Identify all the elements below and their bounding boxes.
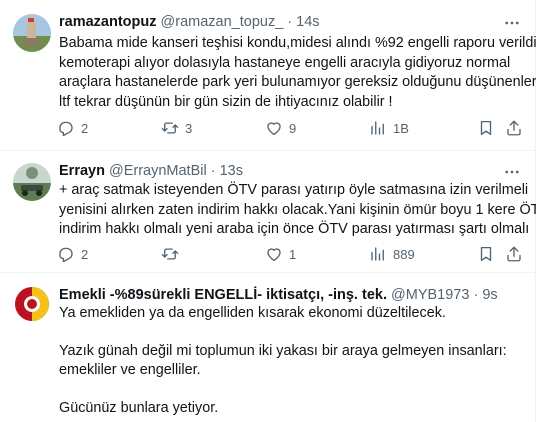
share-button[interactable] (505, 243, 523, 265)
tweet-text-line: yenisini alırken zaten indirim hakkı ola… (59, 201, 550, 218)
tweet-text: Ya emekliden ya da engelliden kısarak ek… (59, 304, 522, 418)
tweet-errayn[interactable]: Errayn @ErraynMatBil · 13s + araç satmak… (0, 151, 550, 273)
views-count: 1B (393, 120, 409, 136)
author-name[interactable]: Emekli -%89sürekli ENGELLİ- iktisatçı, -… (59, 287, 387, 303)
tweet-text-line: emekliler ve engelliler. (59, 362, 201, 378)
views-icon (371, 121, 384, 135)
tweet-actions: 2 1 889 (53, 243, 522, 265)
separator-dot: · (287, 14, 293, 30)
tweet-actions: 2 3 9 1B (53, 117, 522, 139)
retweet-icon (161, 122, 179, 134)
reply-icon (59, 121, 73, 137)
author-handle[interactable]: @MYB1973 (391, 287, 469, 303)
reply-button[interactable]: 2 (57, 243, 88, 265)
timestamp[interactable]: 14s (296, 14, 319, 30)
tweet-text-line: Gücünüz bunlara yetiyor. (59, 400, 219, 416)
more-icon[interactable] (502, 162, 522, 182)
avatar[interactable] (13, 285, 51, 323)
reply-count: 2 (81, 246, 89, 262)
retweet-button[interactable] (161, 243, 185, 265)
tweet-text-line: Babama mide kanseri teşhisi kondu,midesi… (59, 35, 541, 51)
tweet-text-line: + araç satmak isteyenden ÖTV parası yatı… (59, 182, 529, 198)
tweet-text-line: araçlara hastanelerde park yeri bulunamı… (59, 74, 537, 90)
share-icon (507, 120, 521, 136)
tweet-text-line: Yazık günah değil mi toplumun iki yakası… (59, 343, 507, 359)
timeline-feed: ramazantopuz @ramazan_topuz_ · 14s Babam… (0, 0, 550, 422)
tweet-text: + araç satmak isteyenden ÖTV parası yatı… (59, 181, 550, 240)
avatar[interactable] (13, 14, 51, 52)
bookmark-button[interactable] (477, 243, 495, 265)
reply-icon (59, 247, 73, 263)
tweet-text-line (59, 380, 522, 399)
bookmark-icon (480, 246, 492, 262)
timestamp[interactable]: 13s (220, 163, 243, 179)
timestamp[interactable]: 9s (482, 287, 497, 303)
tweet-text-line: kemoterapi alıyor dolasıyla hastaneye en… (59, 54, 511, 71)
views-button[interactable]: 1B (369, 117, 409, 139)
like-button[interactable]: 9 (265, 117, 296, 139)
heart-icon (267, 248, 281, 262)
views-button[interactable]: 889 (369, 243, 415, 265)
tweet-header: ramazantopuz @ramazan_topuz_ · 14s (59, 12, 518, 32)
heart-icon (267, 122, 281, 136)
tweet-text-line (59, 323, 522, 342)
author-handle[interactable]: @ErraynMatBil (109, 163, 207, 179)
bookmark-button[interactable] (477, 117, 495, 139)
views-count: 889 (393, 246, 415, 262)
retweet-count: 3 (185, 120, 193, 136)
scrollbar[interactable] (536, 0, 550, 422)
tweet-header: Errayn @ErraynMatBil · 13s (59, 161, 518, 181)
share-button[interactable] (505, 117, 523, 139)
tweet-emekli[interactable]: Emekli -%89sürekli ENGELLİ- iktisatçı, -… (0, 273, 536, 422)
tweet-ramazantopuz[interactable]: ramazantopuz @ramazan_topuz_ · 14s Babam… (0, 0, 541, 151)
bookmark-icon (480, 120, 492, 136)
views-icon (371, 247, 384, 261)
author-handle[interactable]: @ramazan_topuz_ (161, 14, 284, 30)
retweet-button[interactable]: 3 (161, 117, 192, 139)
reply-button[interactable]: 2 (57, 117, 88, 139)
more-icon[interactable] (502, 13, 522, 33)
separator-dot: · (210, 163, 216, 179)
author-name[interactable]: Errayn (59, 163, 105, 179)
like-count: 9 (289, 120, 297, 136)
tweet-text-line: indirim hakkı olmalı yeni araba için önc… (59, 221, 530, 237)
like-button[interactable]: 1 (265, 243, 296, 265)
tweet-text-line: Ya emekliden ya da engelliden kısarak ek… (59, 305, 446, 321)
reply-count: 2 (81, 120, 89, 136)
author-name[interactable]: ramazantopuz (59, 14, 157, 30)
separator-dot: · (473, 287, 479, 303)
tweet-text-line: ltf tekrar düşünün bir gün sizin de ihti… (59, 93, 393, 110)
avatar[interactable] (13, 163, 51, 201)
retweet-icon (161, 248, 179, 260)
tweet-text: Babama mide kanseri teşhisi kondu,midesi… (59, 34, 541, 112)
share-icon (507, 246, 521, 262)
like-count: 1 (289, 246, 297, 262)
tweet-header: Emekli -%89sürekli ENGELLİ- iktisatçı, -… (59, 285, 518, 305)
